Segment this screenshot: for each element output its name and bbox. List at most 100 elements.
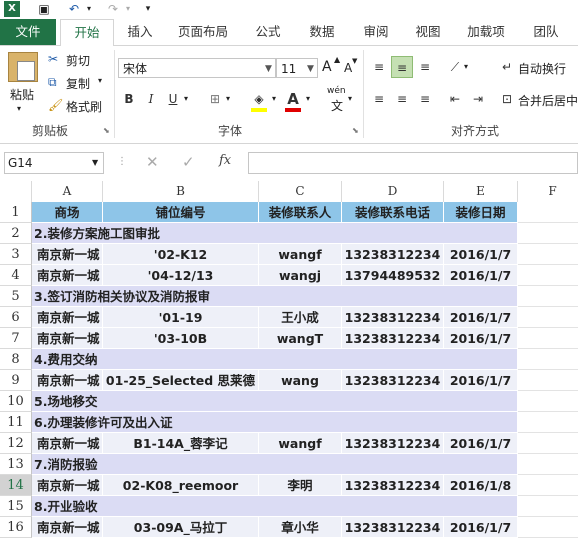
- row-header[interactable]: 1: [0, 202, 32, 223]
- table-cell[interactable]: 南京新一城: [32, 517, 103, 538]
- align-center-icon[interactable]: ≡: [391, 88, 413, 110]
- section-title-cell[interactable]: 4.费用交纳: [32, 349, 518, 370]
- font-name-select[interactable]: 宋体: [118, 58, 276, 78]
- section-title-cell[interactable]: 2.装修方案施工图审批: [32, 223, 518, 244]
- empty-cell[interactable]: [518, 202, 578, 223]
- empty-cell[interactable]: [518, 244, 578, 265]
- empty-cell[interactable]: [518, 286, 578, 307]
- orientation-dropdown-icon[interactable]: ▾: [464, 62, 468, 71]
- table-cell[interactable]: 13238312234: [342, 328, 444, 349]
- name-box[interactable]: G14: [4, 152, 104, 174]
- table-cell[interactable]: 南京新一城: [32, 265, 103, 286]
- table-cell[interactable]: wang: [259, 370, 342, 391]
- table-cell[interactable]: 2016/1/8: [444, 475, 518, 496]
- select-all-corner[interactable]: [0, 181, 32, 202]
- decrease-indent-icon[interactable]: ⇤: [444, 88, 466, 110]
- empty-cell[interactable]: [518, 433, 578, 454]
- table-cell[interactable]: 王小成: [259, 307, 342, 328]
- table-cell[interactable]: '01-19: [103, 307, 259, 328]
- align-top-icon[interactable]: ≡: [368, 56, 390, 78]
- row-header[interactable]: 6: [0, 307, 32, 328]
- shrink-font-icon[interactable]: A: [344, 61, 352, 75]
- header-cell[interactable]: 商场: [32, 202, 103, 223]
- empty-cell[interactable]: [518, 349, 578, 370]
- row-header[interactable]: 10: [0, 391, 32, 412]
- empty-cell[interactable]: [518, 412, 578, 433]
- table-cell[interactable]: 2016/1/7: [444, 307, 518, 328]
- underline-button[interactable]: U: [162, 88, 184, 110]
- cut-button[interactable]: 剪切: [66, 52, 90, 69]
- row-header[interactable]: 11: [0, 412, 32, 433]
- tab-data[interactable]: 数据: [300, 19, 344, 45]
- phonetic-guide-button[interactable]: 文: [331, 97, 343, 114]
- confirm-entry-icon[interactable]: ✓: [182, 153, 195, 171]
- tab-insert[interactable]: 插入: [118, 19, 162, 45]
- section-title-cell[interactable]: 5.场地移交: [32, 391, 518, 412]
- align-middle-icon[interactable]: ≡: [391, 56, 413, 78]
- section-title-cell[interactable]: 6.办理装修许可及出入证: [32, 412, 518, 433]
- empty-cell[interactable]: [518, 328, 578, 349]
- font-launcher-icon[interactable]: ⬊: [352, 126, 359, 135]
- table-cell[interactable]: 13238312234: [342, 475, 444, 496]
- row-header[interactable]: 15: [0, 496, 32, 517]
- grow-font-icon[interactable]: A: [322, 59, 332, 75]
- empty-cell[interactable]: [518, 454, 578, 475]
- tab-review[interactable]: 审阅: [354, 19, 398, 45]
- italic-button[interactable]: I: [140, 88, 162, 110]
- tab-team[interactable]: 团队: [524, 19, 568, 45]
- wrap-text-button[interactable]: 自动换行: [518, 60, 566, 77]
- row-header[interactable]: 14: [0, 475, 32, 496]
- row-header[interactable]: 9: [0, 370, 32, 391]
- format-painter-button[interactable]: 格式刷: [66, 98, 102, 115]
- table-cell[interactable]: 03-09A_马拉丁: [103, 517, 259, 538]
- table-cell[interactable]: 13238312234: [342, 517, 444, 538]
- font-color-icon[interactable]: A: [282, 88, 304, 110]
- paste-dropdown-icon[interactable]: ▾: [17, 104, 21, 113]
- empty-cell[interactable]: [518, 391, 578, 412]
- table-cell[interactable]: 南京新一城: [32, 475, 103, 496]
- row-header[interactable]: 4: [0, 265, 32, 286]
- table-cell[interactable]: 南京新一城: [32, 244, 103, 265]
- format-painter-icon[interactable]: 🖌: [48, 98, 63, 112]
- table-cell[interactable]: wangf: [259, 244, 342, 265]
- customize-qat-icon[interactable]: ▾: [142, 1, 154, 17]
- cut-icon[interactable]: ✂: [48, 52, 58, 66]
- tab-formulas[interactable]: 公式: [246, 19, 290, 45]
- table-cell[interactable]: 李明: [259, 475, 342, 496]
- clipboard-launcher-icon[interactable]: ⬊: [103, 126, 110, 135]
- tab-home[interactable]: 开始: [60, 19, 114, 47]
- align-bottom-icon[interactable]: ≡: [414, 56, 436, 78]
- underline-dropdown-icon[interactable]: ▾: [184, 94, 188, 103]
- orientation-icon[interactable]: ⟋: [444, 56, 466, 78]
- redo-dropdown-icon[interactable]: ▾: [123, 1, 133, 17]
- borders-dropdown-icon[interactable]: ▾: [226, 94, 230, 103]
- borders-icon[interactable]: ⊞: [204, 88, 226, 110]
- insert-function-icon[interactable]: fx: [219, 153, 231, 168]
- table-cell[interactable]: 2016/1/7: [444, 244, 518, 265]
- table-cell[interactable]: 南京新一城: [32, 433, 103, 454]
- row-header[interactable]: 13: [0, 454, 32, 475]
- table-cell[interactable]: wangT: [259, 328, 342, 349]
- merge-center-button[interactable]: 合并后居中: [518, 92, 578, 109]
- undo-icon[interactable]: ↶: [66, 1, 82, 17]
- row-header[interactable]: 2: [0, 223, 32, 244]
- tab-page-layout[interactable]: 页面布局: [170, 19, 236, 45]
- table-cell[interactable]: 02-K08_reemoor: [103, 475, 259, 496]
- font-size-dropdown-icon[interactable]: ▼: [307, 64, 314, 74]
- font-name-dropdown-icon[interactable]: ▼: [265, 64, 272, 74]
- column-header[interactable]: C: [259, 181, 342, 202]
- row-header[interactable]: 5: [0, 286, 32, 307]
- table-cell[interactable]: 01-25_Selected 思莱德: [103, 370, 259, 391]
- table-cell[interactable]: 13238312234: [342, 307, 444, 328]
- undo-dropdown-icon[interactable]: ▾: [84, 1, 94, 17]
- table-cell[interactable]: 13238312234: [342, 433, 444, 454]
- tab-view[interactable]: 视图: [406, 19, 450, 45]
- table-cell[interactable]: B1-14A_蓉李记: [103, 433, 259, 454]
- row-header[interactable]: 3: [0, 244, 32, 265]
- fill-color-dropdown-icon[interactable]: ▾: [272, 94, 276, 103]
- row-header[interactable]: 7: [0, 328, 32, 349]
- tab-addins[interactable]: 加载项: [458, 19, 514, 45]
- empty-cell[interactable]: [518, 307, 578, 328]
- copy-icon[interactable]: ⧉: [48, 75, 57, 90]
- font-color-dropdown-icon[interactable]: ▾: [306, 94, 310, 103]
